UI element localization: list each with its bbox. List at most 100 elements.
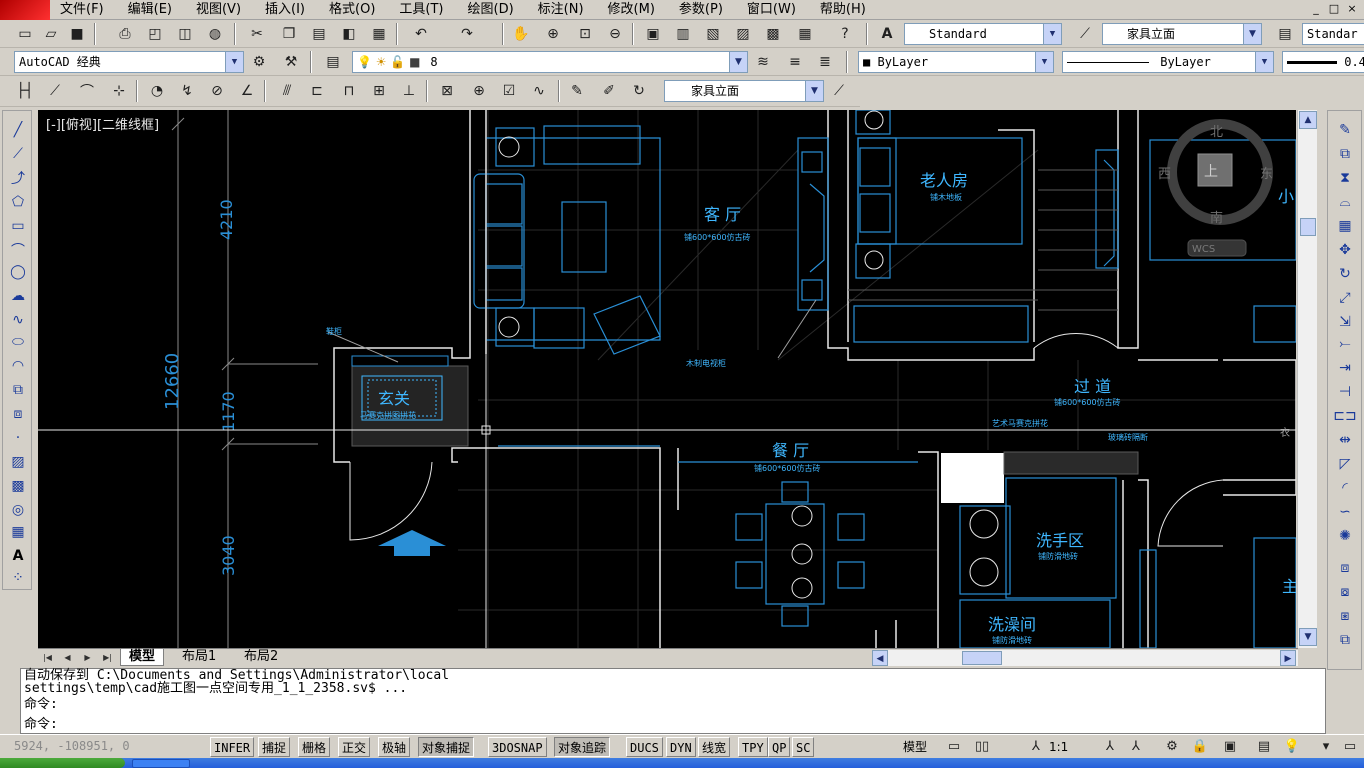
- cut-icon[interactable]: ✂: [246, 23, 268, 45]
- angular-dim-icon[interactable]: ∠: [236, 80, 258, 102]
- table-style-combo[interactable]: Standar: [1302, 23, 1364, 45]
- jogged-linear-icon[interactable]: ∿: [528, 80, 550, 102]
- scroll-left-icon[interactable]: ◀: [872, 650, 888, 666]
- match-properties-icon[interactable]: ◧: [338, 23, 360, 45]
- erase-icon[interactable]: ✎: [1333, 119, 1357, 141]
- design-center-icon[interactable]: ▥: [672, 23, 694, 45]
- arc-icon[interactable]: ⌒: [6, 239, 30, 261]
- tab-model[interactable]: 模型: [120, 649, 165, 666]
- fillet-icon[interactable]: ◜: [1333, 477, 1357, 499]
- redo-icon[interactable]: ↷: [456, 23, 478, 45]
- menu-view[interactable]: 视图(V): [196, 0, 241, 20]
- break-at-point-icon[interactable]: ⊣: [1333, 381, 1357, 403]
- diameter-dim-icon[interactable]: ⊘: [206, 80, 228, 102]
- break-icon[interactable]: ⊏⊐: [1333, 405, 1357, 427]
- tab-first-icon[interactable]: |◀: [40, 650, 55, 665]
- copy-object-icon[interactable]: ⧉: [1333, 143, 1357, 165]
- menu-dimension[interactable]: 标注(N): [538, 0, 584, 20]
- revision-cloud-icon[interactable]: ☁: [6, 285, 30, 307]
- jogged-dim-icon[interactable]: ↯: [176, 80, 198, 102]
- linear-dim-icon[interactable]: ├┤: [14, 80, 36, 102]
- menu-format[interactable]: 格式(O): [329, 0, 375, 20]
- scroll-right-icon[interactable]: ▶: [1280, 650, 1296, 666]
- menu-window[interactable]: 窗口(W): [747, 0, 796, 20]
- plot-preview-icon[interactable]: ◰: [144, 23, 166, 45]
- tab-layout2[interactable]: 布局2: [236, 649, 286, 666]
- calculator-icon[interactable]: ▦: [794, 23, 816, 45]
- wcs-menu[interactable]: WCS: [1192, 244, 1215, 255]
- coordinates-readout[interactable]: 5924, -108951, 0: [14, 739, 130, 753]
- menu-insert[interactable]: 插入(I): [265, 0, 305, 20]
- mtext-icon[interactable]: A: [6, 545, 30, 567]
- paste-icon[interactable]: ▤: [308, 23, 330, 45]
- scale-icon[interactable]: ⤢: [1333, 287, 1357, 309]
- lineweight-combo[interactable]: 0.4: [1282, 51, 1364, 73]
- workspace-settings-icon[interactable]: ⚙: [248, 51, 270, 73]
- pan-icon[interactable]: ✋: [510, 23, 532, 45]
- zoom-window-icon[interactable]: ⊡: [574, 23, 596, 45]
- bulb-icon[interactable]: 💡: [1282, 738, 1302, 756]
- ordinate-dim-icon[interactable]: ⊹: [108, 80, 130, 102]
- array-icon[interactable]: ▦: [1333, 215, 1357, 237]
- menu-draw[interactable]: 绘图(D): [468, 0, 514, 20]
- dim-text-edit-icon[interactable]: ✐: [598, 80, 620, 102]
- baseline-dim-icon[interactable]: ⊏: [306, 80, 328, 102]
- toggle-3dosnap[interactable]: 3DOSNAP: [488, 737, 547, 757]
- workspace-combo[interactable]: AutoCAD 经典 ▼: [14, 51, 244, 73]
- restore-button[interactable]: □: [1326, 1, 1342, 17]
- menu-parametric[interactable]: 参数(P): [679, 0, 723, 20]
- hatch-icon[interactable]: ▨: [6, 451, 30, 473]
- zoom-realtime-icon[interactable]: ⊕: [542, 23, 564, 45]
- markup-icon[interactable]: ▩: [762, 23, 784, 45]
- tab-next-icon[interactable]: ▶: [80, 650, 95, 665]
- extend-icon[interactable]: ⇥: [1333, 357, 1357, 379]
- quick-view-drawings-icon[interactable]: ▯▯: [972, 738, 992, 756]
- polyline-icon[interactable]: ⤴: [6, 167, 30, 189]
- quick-dim-icon[interactable]: ⫻: [276, 80, 298, 102]
- scroll-up-icon[interactable]: ▲: [1299, 111, 1317, 129]
- dim-break-icon[interactable]: ⊥: [398, 80, 420, 102]
- vertical-scroll-thumb[interactable]: [1300, 218, 1316, 236]
- dim-style-manager-icon[interactable]: ⟋: [828, 80, 850, 102]
- toggle-polar[interactable]: 极轴: [378, 737, 411, 757]
- dim-style-combo-2[interactable]: 家具立面 ▼: [664, 80, 824, 102]
- menu-help[interactable]: 帮助(H): [820, 0, 866, 20]
- clean-screen-icon[interactable]: ▭: [1340, 738, 1360, 756]
- linetype-combo[interactable]: ByLayer ▼: [1062, 51, 1274, 73]
- start-button[interactable]: [0, 758, 125, 768]
- ellipse-arc-icon[interactable]: ◠: [6, 355, 30, 377]
- publish-icon[interactable]: ◫: [174, 23, 196, 45]
- layer-state-icon[interactable]: ≣: [814, 51, 836, 73]
- block-editor-icon[interactable]: ▦: [368, 23, 390, 45]
- point-icon[interactable]: ·: [6, 427, 30, 449]
- toggle-infer[interactable]: INFER: [210, 737, 255, 757]
- insert-block-icon[interactable]: ⧉: [6, 379, 30, 401]
- menu-file[interactable]: 文件(F): [60, 0, 104, 20]
- dim-style-icon[interactable]: ⟋: [1074, 23, 1096, 45]
- command-input[interactable]: 命令:: [24, 718, 58, 731]
- join-icon[interactable]: ⇹: [1333, 429, 1357, 451]
- move-icon[interactable]: ✥: [1333, 239, 1357, 261]
- mirror-icon[interactable]: ⧗: [1333, 167, 1357, 189]
- dim-space-icon[interactable]: ⊞: [368, 80, 390, 102]
- tab-layout1[interactable]: 布局1: [174, 649, 224, 666]
- drawing-area[interactable]: 4210 12660 1170 3040 客 厅 铺600*600仿古砖 老人房…: [38, 110, 1296, 648]
- table-style-icon[interactable]: ▤: [1274, 23, 1296, 45]
- arc-length-icon[interactable]: ⌒: [76, 80, 98, 102]
- annotation-scale-icon[interactable]: ⅄: [1026, 738, 1046, 756]
- horizontal-scroll-thumb[interactable]: [962, 651, 1002, 665]
- rotate-icon[interactable]: ↻: [1333, 263, 1357, 285]
- dim-style-combo[interactable]: 家具立面 ▼: [1102, 23, 1262, 45]
- add-selected-icon[interactable]: ⁘: [6, 567, 30, 589]
- text-style-icon[interactable]: A: [876, 23, 898, 45]
- table-icon[interactable]: ▦: [6, 521, 30, 543]
- inspection-icon[interactable]: ☑: [498, 80, 520, 102]
- taskbar-app-button[interactable]: [132, 759, 190, 768]
- tool-palettes-icon[interactable]: ▧: [702, 23, 724, 45]
- toggle-snap[interactable]: 捕捉: [258, 737, 291, 757]
- layer-combo[interactable]: 💡 ☀ 🔓 ■ 8 ▼: [352, 51, 748, 73]
- send-back-icon[interactable]: ⧆: [1333, 605, 1357, 627]
- explode-icon[interactable]: ✺: [1333, 525, 1357, 547]
- stretch-icon[interactable]: ⇲: [1333, 311, 1357, 333]
- make-block-icon[interactable]: ⧈: [6, 403, 30, 425]
